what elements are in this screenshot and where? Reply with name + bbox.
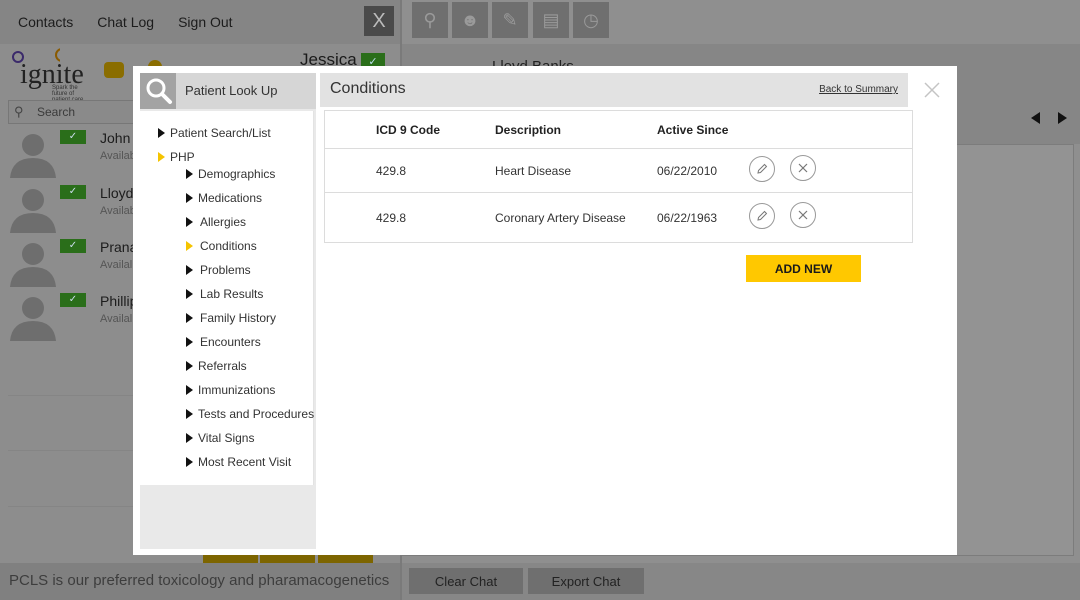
- table-header: ICD 9 Code Description Active Since: [325, 111, 912, 149]
- table-row: 429.8 Heart Disease 06/22/2010: [325, 149, 912, 193]
- triangle-right-icon: [186, 433, 193, 443]
- tab-marker: [203, 555, 258, 563]
- cell-code: 429.8: [376, 211, 407, 225]
- avatar-icon: [10, 189, 56, 233]
- contact-status: Availab: [100, 205, 136, 217]
- arrow-right-icon[interactable]: [1058, 112, 1067, 124]
- triangle-right-icon: [158, 128, 165, 138]
- triangle-right-icon: [186, 313, 193, 323]
- notes-tool-icon[interactable]: ✎: [492, 2, 528, 38]
- contact-name: Phillip: [100, 293, 138, 309]
- contact-status: Availal: [100, 313, 133, 325]
- cell-active-since: 06/22/2010: [657, 164, 718, 178]
- conditions-table: ICD 9 Code Description Active Since 429.…: [324, 110, 913, 243]
- news-ticker: PCLS is our preferred toxicology and pha…: [0, 563, 400, 600]
- cell-active-since: 06/22/1963: [657, 211, 718, 225]
- triangle-right-icon: [186, 289, 193, 299]
- document-tool-icon[interactable]: ▤: [533, 2, 569, 38]
- avatar-icon: [10, 243, 56, 287]
- triangle-active-icon: [158, 152, 165, 162]
- close-icon[interactable]: [922, 80, 942, 100]
- contact-name: Prana: [100, 239, 138, 255]
- triangle-active-icon: [186, 241, 193, 251]
- record-tree: Patient Search/List PHP Demographics Med…: [140, 111, 314, 485]
- nav-chat-log[interactable]: Chat Log: [97, 14, 154, 30]
- triangle-right-icon: [186, 265, 193, 275]
- close-icon: [798, 210, 808, 220]
- conditions-header: Conditions Back to Summary: [320, 73, 908, 107]
- close-icon: [798, 163, 808, 173]
- delete-button[interactable]: [790, 202, 816, 228]
- arrow-left-icon[interactable]: [1031, 112, 1040, 124]
- search-icon: ⚲: [14, 104, 24, 119]
- chat-bubble-icon: [104, 62, 124, 78]
- avatar-icon: [10, 134, 56, 178]
- online-check-icon: ✓: [60, 185, 86, 199]
- pencil-icon: [757, 210, 768, 221]
- lookup-title: Patient Look Up: [185, 83, 278, 98]
- panel-close-button[interactable]: X: [364, 6, 394, 36]
- cell-description: Coronary Artery Disease: [495, 211, 626, 225]
- conditions-title: Conditions: [330, 80, 406, 97]
- back-to-summary-link[interactable]: Back to Summary: [819, 84, 898, 95]
- top-nav: Contacts Chat Log Sign Out X: [0, 0, 400, 44]
- edit-button[interactable]: [749, 203, 775, 229]
- col-icd9-code: ICD 9 Code: [376, 123, 441, 137]
- triangle-right-icon: [186, 361, 193, 371]
- cell-code: 429.8: [376, 164, 407, 178]
- triangle-right-icon: [186, 217, 193, 227]
- triangle-right-icon: [186, 385, 193, 395]
- triangle-right-icon: [186, 193, 193, 203]
- edit-button[interactable]: [749, 156, 775, 182]
- tab-marker: [318, 555, 373, 563]
- contact-name: John: [100, 130, 131, 146]
- nav-sign-out[interactable]: Sign Out: [178, 14, 232, 30]
- triangle-right-icon: [186, 169, 193, 179]
- lookup-icon-box: [140, 73, 176, 109]
- online-check-icon: ✓: [60, 130, 86, 144]
- contact-status: Availal: [100, 259, 133, 271]
- delete-button[interactable]: [790, 155, 816, 181]
- ignite-logo: ignite Spark the future of patient care: [10, 47, 90, 103]
- clear-chat-button[interactable]: Clear Chat: [409, 568, 523, 594]
- lookup-header: Patient Look Up: [140, 73, 316, 109]
- ticker-text: PCLS is our preferred toxicology and pha…: [9, 572, 390, 589]
- triangle-right-icon: [186, 409, 193, 419]
- search-input[interactable]: Search: [37, 105, 75, 119]
- online-check-icon: ✓: [60, 293, 86, 307]
- chat-actions: Clear Chat Export Chat: [402, 563, 1080, 600]
- add-new-button[interactable]: ADD NEW: [746, 255, 861, 282]
- cell-description: Heart Disease: [495, 164, 572, 178]
- triangle-right-icon: [186, 457, 193, 467]
- contact-name: Lloyd: [100, 185, 134, 201]
- avatar-icon: [10, 297, 56, 341]
- online-check-icon: ✓: [60, 239, 86, 253]
- contact-search[interactable]: ⚲ Search: [8, 100, 136, 124]
- col-description: Description: [495, 123, 562, 137]
- tab-marker: [260, 555, 315, 563]
- col-active-since: Active Since: [657, 123, 729, 137]
- history-tool-icon[interactable]: ◷: [573, 2, 609, 38]
- pencil-icon: [757, 163, 768, 174]
- table-row: 429.8 Coronary Artery Disease 06/22/1963: [325, 193, 912, 243]
- lookup-sidebar: Patient Look Up Patient Search/List PHP …: [140, 73, 316, 549]
- lookup-tool-icon[interactable]: ⚲: [412, 2, 448, 38]
- contact-status: Availab: [100, 150, 136, 162]
- search-icon: [146, 78, 172, 104]
- patient-lookup-modal: Patient Look Up Patient Search/List PHP …: [133, 66, 957, 555]
- export-chat-button[interactable]: Export Chat: [528, 568, 644, 594]
- contacts-tool-icon[interactable]: ☻: [452, 2, 488, 38]
- nav-contacts[interactable]: Contacts: [18, 14, 73, 30]
- triangle-right-icon: [186, 337, 193, 347]
